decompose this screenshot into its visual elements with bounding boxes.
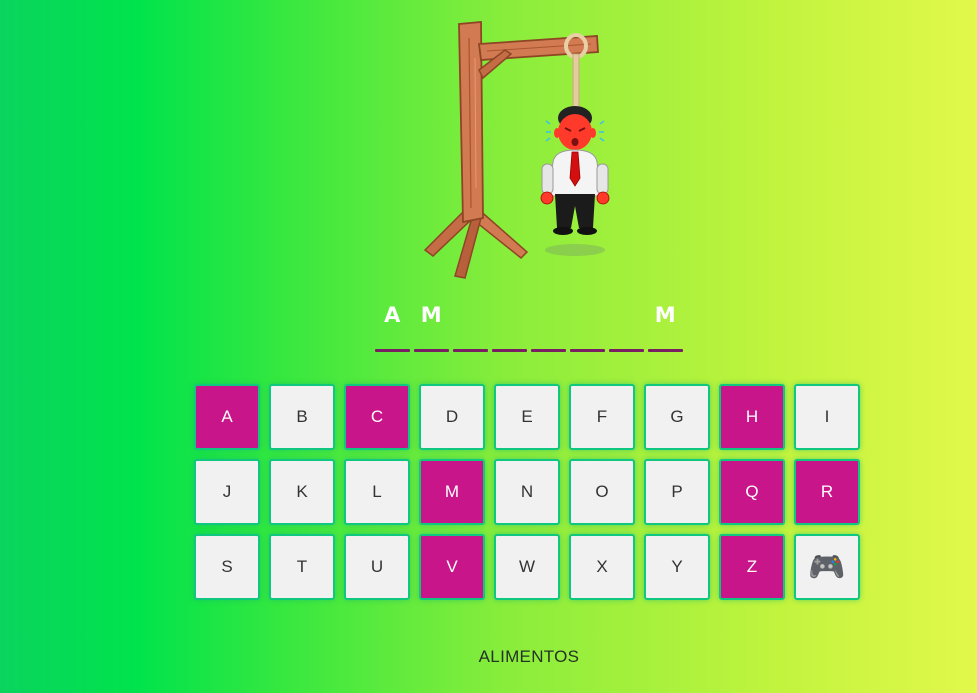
hangman-scene: [415, 18, 615, 280]
key-k[interactable]: K: [269, 459, 335, 525]
slot-letter: [570, 300, 605, 330]
key-f[interactable]: F: [569, 384, 635, 450]
key-r[interactable]: R: [794, 459, 860, 525]
key-c[interactable]: C: [344, 384, 410, 450]
slot-letter: [531, 300, 566, 330]
slot-underline: [414, 349, 449, 352]
key-u[interactable]: U: [344, 534, 410, 600]
key-l[interactable]: L: [344, 459, 410, 525]
slot-underline: [453, 349, 488, 352]
new-game-button[interactable]: 🎮: [794, 534, 860, 600]
slot-underline: [570, 349, 605, 352]
letter-keyboard: A B C D E F G H I J K L M N O P Q R S T …: [194, 384, 866, 604]
key-g[interactable]: G: [644, 384, 710, 450]
slot-underline: [648, 349, 683, 352]
letter-slot: [453, 298, 488, 352]
key-n[interactable]: N: [494, 459, 560, 525]
key-a[interactable]: A: [194, 384, 260, 450]
key-p[interactable]: P: [644, 459, 710, 525]
key-t[interactable]: T: [269, 534, 335, 600]
key-v[interactable]: V: [419, 534, 485, 600]
key-s[interactable]: S: [194, 534, 260, 600]
key-y[interactable]: Y: [644, 534, 710, 600]
key-x[interactable]: X: [569, 534, 635, 600]
key-m[interactable]: M: [419, 459, 485, 525]
slot-letter: [453, 300, 488, 330]
key-w[interactable]: W: [494, 534, 560, 600]
slot-letter: [609, 300, 644, 330]
slot-letter: A: [384, 303, 401, 327]
letter-slot: [531, 298, 566, 352]
slot-underline: [375, 349, 410, 352]
slot-underline: [609, 349, 644, 352]
letter-slot: [492, 298, 527, 352]
letter-slot: M: [414, 298, 449, 352]
hanged-man-illustration: [423, 21, 610, 279]
letter-slot: [570, 298, 605, 352]
key-j[interactable]: J: [194, 459, 260, 525]
key-h[interactable]: H: [719, 384, 785, 450]
key-z[interactable]: Z: [719, 534, 785, 600]
slot-underline: [531, 349, 566, 352]
word-slots: A M M: [373, 298, 685, 354]
key-d[interactable]: D: [419, 384, 485, 450]
category-label: ALIMENTOS: [478, 647, 580, 666]
slot-letter: M: [654, 303, 677, 327]
gamepad-icon: 🎮: [808, 550, 846, 584]
slot-underline: [492, 349, 527, 352]
slot-letter: [492, 300, 527, 330]
letter-slot: A: [375, 298, 410, 352]
key-o[interactable]: O: [569, 459, 635, 525]
key-e[interactable]: E: [494, 384, 560, 450]
key-b[interactable]: B: [269, 384, 335, 450]
key-q[interactable]: Q: [719, 459, 785, 525]
key-i[interactable]: I: [794, 384, 860, 450]
letter-slot: [609, 298, 644, 352]
letter-slot: M: [648, 298, 683, 352]
slot-letter: M: [420, 303, 443, 327]
